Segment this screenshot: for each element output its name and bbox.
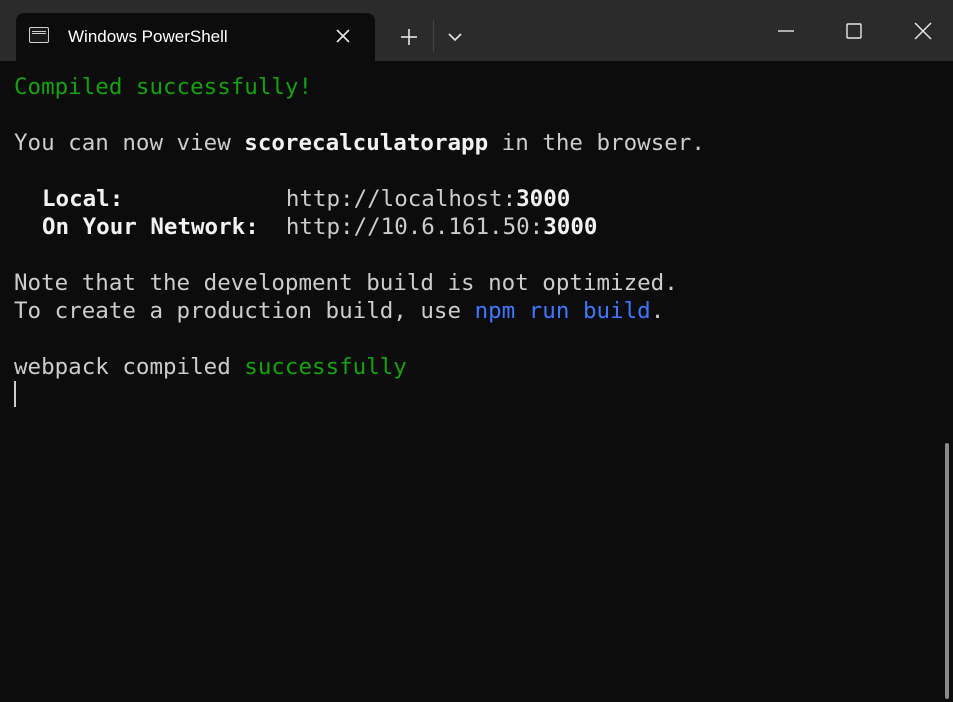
output-line-production: To create a production build, use npm ru… [14,297,953,325]
build-command: npm run build [474,298,651,324]
note-text: Note that the development build is not o… [14,270,678,296]
close-icon[interactable] [910,18,936,44]
local-label: Local: [42,186,124,212]
network-url[interactable]: http://10.6.161.50: [286,214,543,240]
text-cursor [14,381,16,407]
minimize-icon[interactable] [773,18,799,44]
local-url[interactable]: http://localhost: [286,186,516,212]
output-line-local: Local: http://localhost:3000 [14,185,953,213]
view-text-post: in the browser. [488,130,705,156]
tab-windows-powershell[interactable]: Windows PowerShell [16,13,375,61]
output-line-blank [14,157,953,185]
terminal-output[interactable]: Compiled successfully! You can now view … [0,61,953,702]
network-label: On Your Network: [42,214,259,240]
output-line-view: You can now view scorecalculatorapp in t… [14,129,953,157]
output-line-blank [14,241,953,269]
output-line-note: Note that the development build is not o… [14,269,953,297]
output-line-network: On Your Network: http://10.6.161.50:3000 [14,213,953,241]
title-bar[interactable]: Windows PowerShell [0,0,953,61]
close-icon[interactable] [332,25,354,47]
view-text-pre: You can now view [14,130,245,156]
production-text-post: . [650,298,665,324]
production-text-pre: To create a production build, use [14,298,475,324]
output-line-webpack: webpack compiled successfully [14,353,953,381]
terminal-icon [29,27,49,43]
app-name: scorecalculatorapp [244,130,489,156]
tab-title: Windows PowerShell [68,27,228,46]
terminal-window: Windows PowerShell Compiled successfully… [0,0,953,702]
chevron-down-icon[interactable] [444,26,466,48]
prompt-line[interactable] [14,381,953,409]
local-port: 3000 [516,186,571,212]
vertical-scrollbar[interactable] [945,443,949,699]
network-port: 3000 [543,214,598,240]
output-line-blank [14,101,953,129]
tab-separator [433,20,434,52]
plus-icon[interactable] [396,24,422,50]
webpack-status: successfully [244,354,407,380]
maximize-icon[interactable] [841,18,867,44]
compiled-message: Compiled successfully! [14,74,313,100]
webpack-text: webpack compiled [14,354,245,380]
output-line-blank [14,325,953,353]
output-line-compiled: Compiled successfully! [14,73,953,101]
